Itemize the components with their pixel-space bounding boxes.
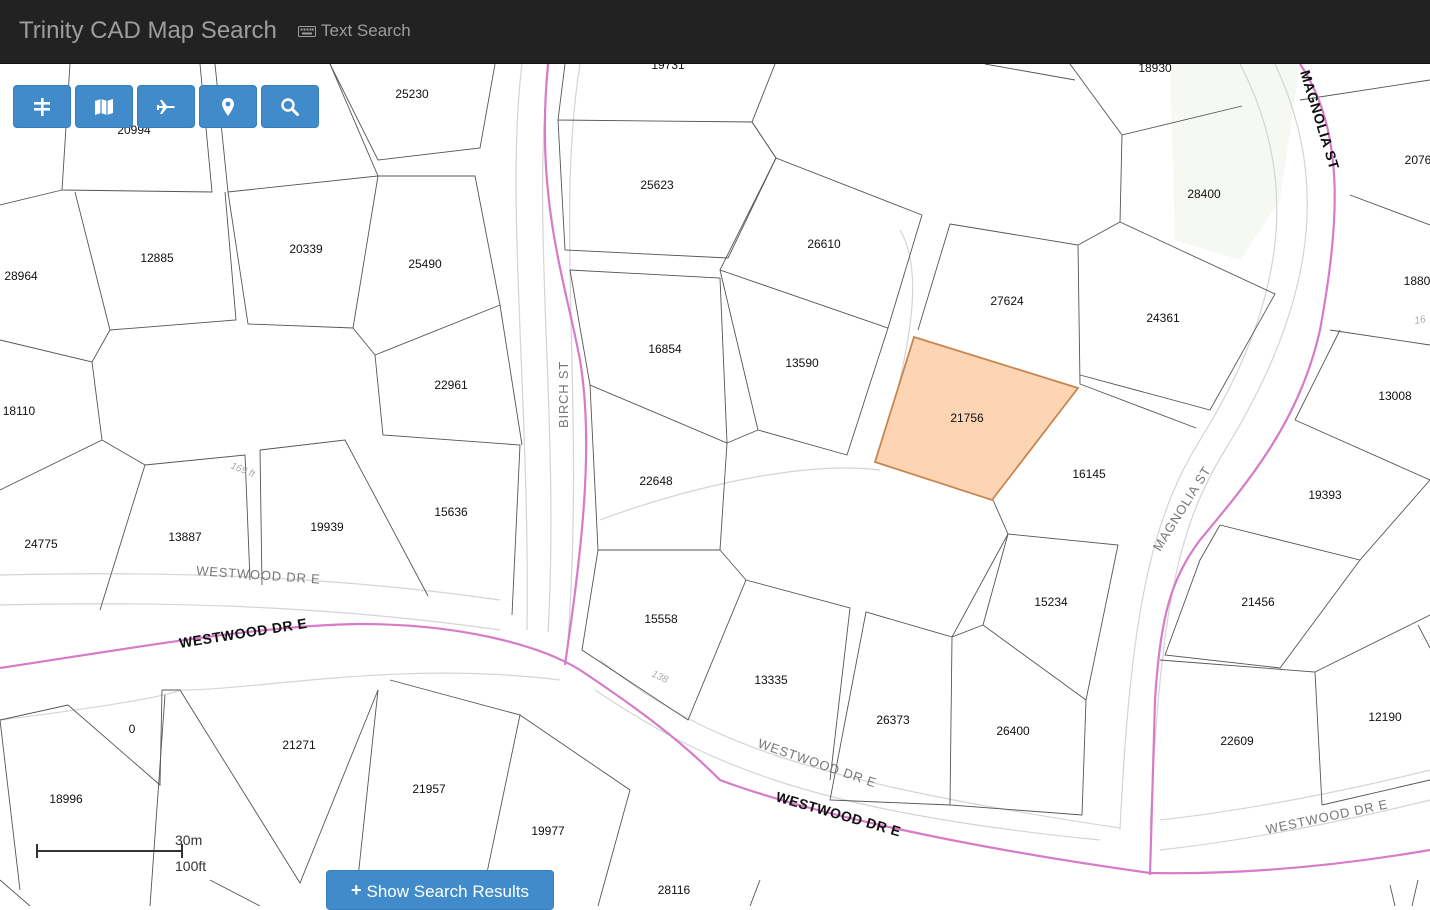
parcel-label[interactable]: 24775: [24, 537, 58, 551]
scale-imperial-label: 100ft: [175, 858, 207, 874]
search-icon: [281, 97, 299, 116]
map-toolbar: [13, 85, 319, 128]
parcel-label[interactable]: 13887: [168, 530, 202, 544]
parcel-label[interactable]: 13008: [1378, 389, 1412, 403]
layers-button[interactable]: [13, 85, 71, 128]
parcel-label[interactable]: 26400: [996, 724, 1030, 738]
parcel-label[interactable]: 22609: [1220, 734, 1254, 748]
road-label-westwood: WESTWOOD DR E: [196, 563, 321, 587]
dimension-label: 169 ft: [229, 461, 257, 481]
text-search-label: Text Search: [321, 21, 411, 40]
parcel-label[interactable]: 28116: [658, 883, 691, 897]
parcel-label[interactable]: 18930: [1138, 64, 1172, 75]
parcel-label[interactable]: 15234: [1034, 595, 1068, 609]
parcel-label[interactable]: 28400: [1187, 187, 1221, 201]
locate-button[interactable]: [199, 85, 257, 128]
parcel-label[interactable]: 25230: [395, 87, 429, 101]
road-label-westwood: WESTWOOD DR E: [178, 615, 308, 651]
basemap-button[interactable]: [75, 85, 133, 128]
aerial-button[interactable]: [137, 85, 195, 128]
road-label-westwood: WESTWOOD DR E: [756, 736, 879, 791]
scale-line: [36, 850, 183, 852]
plus-icon: +: [350, 880, 362, 900]
app-title[interactable]: Trinity CAD Map Search: [19, 17, 277, 45]
map-canvas[interactable]: 19731 18930 25230 20994 25623 28400 2076…: [0, 64, 1430, 906]
road-label-westwood: WESTWOOD DR E: [774, 789, 903, 840]
parcel-label[interactable]: 18110: [3, 404, 36, 418]
parcel-label[interactable]: 27624: [990, 294, 1024, 308]
text-search-link[interactable]: Text Search: [298, 21, 411, 41]
parcel-label[interactable]: 0: [129, 722, 136, 736]
parcel-label[interactable]: 20339: [289, 242, 323, 256]
road-label-westwood: WESTWOOD DR E: [1265, 796, 1390, 837]
parcel-label[interactable]: 22961: [434, 378, 468, 392]
parcel-label[interactable]: 22648: [639, 474, 673, 488]
parcel-label[interactable]: 28964: [4, 269, 38, 283]
parcel-label[interactable]: 26610: [807, 237, 841, 251]
parcel-label[interactable]: 19393: [1308, 488, 1342, 502]
dimension-label: 138: [650, 669, 670, 686]
parcel-label[interactable]: 21756: [950, 411, 984, 425]
parcel-label[interactable]: 16854: [648, 342, 682, 356]
parcel-label[interactable]: 15636: [434, 505, 468, 519]
parcel-label[interactable]: 13590: [785, 356, 819, 370]
parcel-label[interactable]: 26373: [876, 713, 910, 727]
parcel-label[interactable]: 19939: [310, 520, 344, 534]
road-layers-icon: [34, 97, 50, 116]
parcel-label[interactable]: 24361: [1146, 311, 1180, 325]
parcel-label[interactable]: 19977: [531, 824, 565, 838]
parcel-label[interactable]: 18996: [49, 792, 83, 806]
dimension-label: 16: [1414, 314, 1427, 327]
scale-metric-label: 30m: [175, 832, 203, 848]
parcel-label[interactable]: 21271: [282, 738, 316, 752]
plane-icon: [157, 99, 175, 114]
road-label-birch: BIRCH ST: [556, 361, 571, 428]
parcel-label[interactable]: 21456: [1241, 595, 1275, 609]
show-search-results-button[interactable]: + Show Search Results: [326, 870, 554, 910]
parcel-label[interactable]: 12885: [140, 251, 174, 265]
scale-tick: [36, 844, 38, 858]
parcel-label[interactable]: 25490: [408, 257, 442, 271]
show-search-results-label: Show Search Results: [366, 882, 530, 901]
road-label-magnolia: MAGNOLIA ST: [1150, 463, 1214, 553]
parcel-label[interactable]: 25623: [640, 178, 674, 192]
parcel-label[interactable]: 2076: [1405, 153, 1430, 167]
map-icon: [95, 98, 113, 115]
parcel-label[interactable]: 16145: [1072, 467, 1106, 481]
keyboard-icon: [298, 25, 316, 37]
parcel-label[interactable]: 19731: [651, 64, 685, 72]
parcel-label[interactable]: 21957: [412, 782, 446, 796]
map-marker-icon: [222, 97, 234, 116]
parcel-label[interactable]: 15558: [644, 612, 678, 626]
search-button[interactable]: [261, 85, 319, 128]
parcel-label[interactable]: 12190: [1368, 710, 1402, 724]
parcel-label[interactable]: 13335: [754, 673, 788, 687]
scale-bar: 30m 100ft: [36, 832, 206, 874]
map-svg: 19731 18930 25230 20994 25623 28400 2076…: [0, 64, 1430, 906]
parcel-label[interactable]: 1880: [1404, 274, 1430, 288]
navbar: Trinity CAD Map Search Text Search: [0, 0, 1430, 64]
